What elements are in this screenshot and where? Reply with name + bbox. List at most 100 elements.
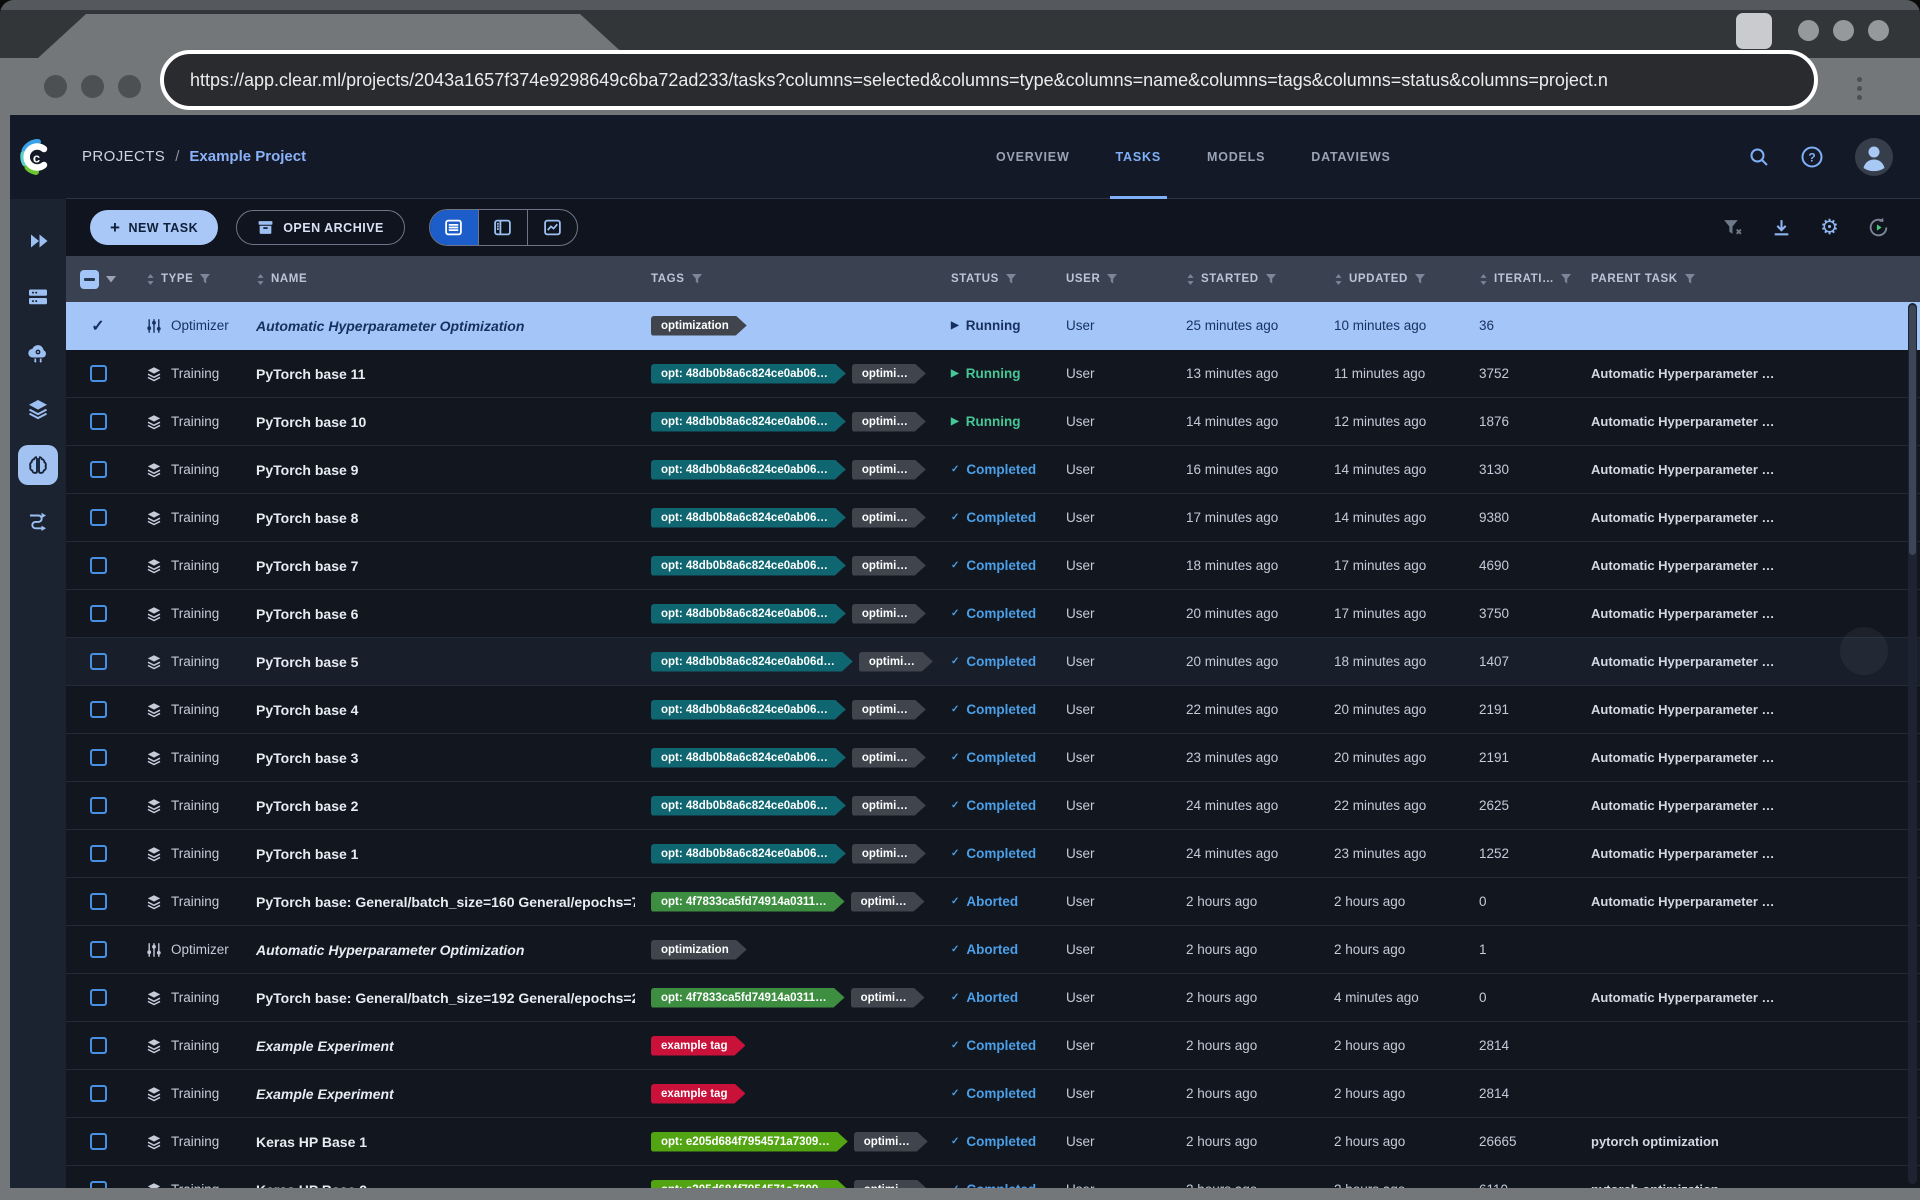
cell-name[interactable]: Example Experiment [240, 1086, 635, 1102]
breadcrumb-projects[interactable]: PROJECTS [82, 148, 165, 165]
filter-icon[interactable] [1265, 273, 1277, 285]
table-row[interactable]: TrainingPyTorch base 10opt: 48db0b8a6c82… [66, 398, 1920, 446]
filter-icon[interactable] [1106, 273, 1118, 285]
row-checkbox[interactable] [90, 653, 107, 670]
filter-icon[interactable] [1005, 273, 1017, 285]
tab-models[interactable]: MODELS [1207, 115, 1265, 199]
table-row[interactable]: TrainingPyTorch base 11opt: 48db0b8a6c82… [66, 350, 1920, 398]
window-traffic-lights[interactable] [44, 75, 141, 98]
row-checkbox[interactable] [90, 989, 107, 1006]
cell-name[interactable]: Keras HP Base 2 [240, 1182, 635, 1189]
row-checkbox[interactable] [90, 749, 107, 766]
sort-icon[interactable] [1479, 273, 1488, 286]
column-header-iteration[interactable]: ITERATI… [1463, 273, 1575, 286]
auto-refresh-icon[interactable] [1867, 216, 1890, 239]
browser-overflow-menu-icon[interactable] [1852, 68, 1866, 108]
row-checkbox[interactable] [90, 893, 107, 910]
cell-name[interactable]: Automatic Hyperparameter Optimization [240, 318, 635, 334]
sidebar-item-double-chevron[interactable] [18, 221, 58, 261]
row-checkbox[interactable] [90, 701, 107, 718]
row-checkbox[interactable] [90, 1133, 107, 1150]
table-row[interactable]: TrainingPyTorch base 2opt: 48db0b8a6c824… [66, 782, 1920, 830]
settings-gear-icon[interactable]: ⚙ [1820, 215, 1839, 240]
column-header-name[interactable]: NAME [240, 273, 635, 286]
table-row[interactable]: TrainingPyTorch base 6opt: 48db0b8a6c824… [66, 590, 1920, 638]
tab-overview[interactable]: OVERVIEW [996, 115, 1070, 199]
row-checkbox[interactable] [90, 797, 107, 814]
sort-icon[interactable] [1186, 273, 1195, 286]
cell-name[interactable]: PyTorch base: General/batch_size=160 Gen… [240, 894, 635, 910]
table-row[interactable]: TrainingExample Experimentexample tag✓Co… [66, 1022, 1920, 1070]
table-row[interactable]: TrainingPyTorch base 7opt: 48db0b8a6c824… [66, 542, 1920, 590]
filter-icon[interactable] [199, 273, 211, 285]
row-checkbox[interactable] [90, 605, 107, 622]
table-row[interactable]: TrainingPyTorch base 1opt: 48db0b8a6c824… [66, 830, 1920, 878]
row-checkbox[interactable] [90, 461, 107, 478]
column-header-started[interactable]: STARTED [1170, 273, 1318, 286]
column-header-type[interactable]: TYPE [130, 273, 240, 286]
table-view-button[interactable] [430, 210, 479, 245]
filter-icon[interactable] [691, 273, 703, 285]
table-row[interactable]: TrainingPyTorch base 9opt: 48db0b8a6c824… [66, 446, 1920, 494]
table-row[interactable]: TrainingPyTorch base 3opt: 48db0b8a6c824… [66, 734, 1920, 782]
cell-name[interactable]: PyTorch base 4 [240, 702, 635, 718]
cell-name[interactable]: PyTorch base 1 [240, 846, 635, 862]
column-header-user[interactable]: USER [1050, 273, 1170, 285]
cell-name[interactable]: Example Experiment [240, 1038, 635, 1054]
row-checkbox[interactable] [90, 413, 107, 430]
row-checkbox[interactable] [90, 557, 107, 574]
browser-menu-dots[interactable] [1798, 20, 1889, 41]
cell-name[interactable]: PyTorch base 3 [240, 750, 635, 766]
row-checkbox[interactable] [90, 365, 107, 382]
cell-name[interactable]: PyTorch base 6 [240, 606, 635, 622]
cell-name[interactable]: PyTorch base 9 [240, 462, 635, 478]
cell-name[interactable]: PyTorch base 2 [240, 798, 635, 814]
row-checkbox[interactable] [90, 1037, 107, 1054]
table-row[interactable]: TrainingPyTorch base: General/batch_size… [66, 878, 1920, 926]
sidebar-item-brain[interactable] [18, 445, 58, 485]
table-row[interactable]: ✓OptimizerAutomatic Hyperparameter Optim… [66, 302, 1920, 350]
cell-name[interactable]: PyTorch base 7 [240, 558, 635, 574]
sort-icon[interactable] [256, 273, 265, 286]
table-row[interactable]: TrainingPyTorch base 5opt: 48db0b8a6c824… [66, 638, 1920, 686]
row-checkbox[interactable] [90, 509, 107, 526]
cell-name[interactable]: Automatic Hyperparameter Optimization [240, 942, 635, 958]
row-checkbox[interactable] [90, 1181, 107, 1188]
sort-icon[interactable] [1334, 273, 1343, 286]
cell-name[interactable]: PyTorch base: General/batch_size=192 Gen… [240, 990, 635, 1006]
sidebar-item-pipeline[interactable] [18, 501, 58, 541]
sidebar-item-layers[interactable] [18, 389, 58, 429]
vertical-scrollbar[interactable] [1908, 303, 1917, 1184]
cell-name[interactable]: PyTorch base 5 [240, 654, 635, 670]
tab-tasks[interactable]: TASKS [1116, 115, 1161, 199]
scrollbar-thumb[interactable] [1909, 305, 1916, 555]
sidebar-item-cloud-gear[interactable] [18, 333, 58, 373]
download-icon[interactable] [1771, 217, 1792, 238]
filter-icon[interactable] [1684, 273, 1696, 285]
column-header-select[interactable] [66, 270, 130, 289]
browser-window-control[interactable] [1736, 13, 1772, 49]
table-row[interactable]: OptimizerAutomatic Hyperparameter Optimi… [66, 926, 1920, 974]
table-row[interactable]: TrainingPyTorch base: General/batch_size… [66, 974, 1920, 1022]
column-header-tags[interactable]: TAGS [635, 273, 935, 285]
new-task-button[interactable]: + NEW TASK [90, 210, 218, 245]
clear-filters-icon[interactable] [1722, 217, 1743, 238]
address-bar[interactable]: https://app.clear.ml/projects/2043a1657f… [160, 50, 1818, 110]
select-all-checkbox[interactable] [80, 270, 99, 289]
caret-down-icon[interactable] [106, 276, 116, 283]
column-header-status[interactable]: STATUS [935, 273, 1050, 285]
search-icon[interactable] [1748, 146, 1770, 168]
table-row[interactable]: TrainingExample Experimentexample tag✓Co… [66, 1070, 1920, 1118]
sidebar-item-server[interactable] [18, 277, 58, 317]
open-archive-button[interactable]: OPEN ARCHIVE [236, 210, 405, 245]
help-icon[interactable]: ? [1800, 145, 1824, 169]
breadcrumb-current-project[interactable]: Example Project [189, 148, 306, 165]
table-row[interactable]: TrainingPyTorch base 8opt: 48db0b8a6c824… [66, 494, 1920, 542]
column-header-updated[interactable]: UPDATED [1318, 273, 1463, 286]
cell-name[interactable]: PyTorch base 11 [240, 366, 635, 382]
row-checkbox[interactable] [90, 845, 107, 862]
table-row[interactable]: TrainingKeras HP Base 1opt: e205d684f795… [66, 1118, 1920, 1166]
row-checkbox[interactable] [90, 1085, 107, 1102]
table-row[interactable]: TrainingPyTorch base 4opt: 48db0b8a6c824… [66, 686, 1920, 734]
split-view-button[interactable] [479, 210, 528, 245]
